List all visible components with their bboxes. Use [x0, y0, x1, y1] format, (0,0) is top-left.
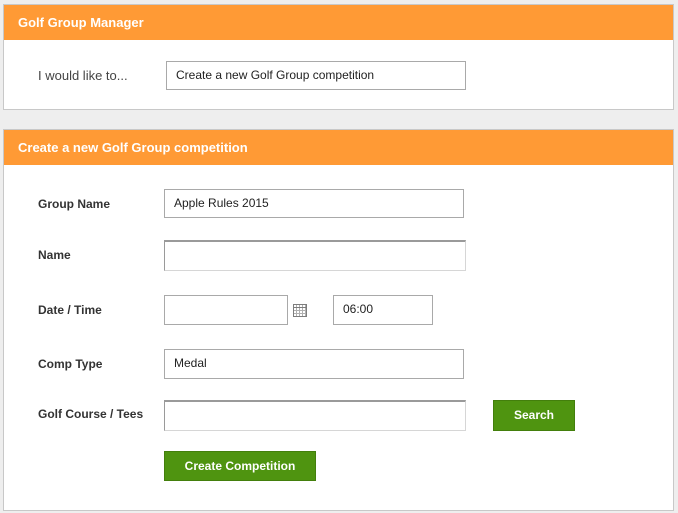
date-field[interactable] [164, 295, 288, 325]
calendar-icon[interactable] [293, 304, 307, 317]
golf-course-tees-field[interactable] [164, 400, 466, 431]
action-select[interactable]: Create a new Golf Group competition [166, 61, 466, 90]
group-name-label: Group Name [38, 197, 111, 211]
create-competition-button[interactable]: Create Competition [164, 451, 316, 481]
golf-course-tees-label: Golf Course / Tees [38, 407, 144, 421]
golf-group-manager-panel: Golf Group Manager I would like to... Cr… [3, 4, 674, 110]
search-button[interactable]: Search [493, 400, 575, 431]
comp-type-label: Comp Type [38, 357, 103, 371]
date-time-label: Date / Time [38, 303, 102, 317]
action-prompt-label: I would like to... [38, 68, 128, 83]
name-field[interactable] [164, 240, 466, 271]
comp-type-field[interactable]: Medal [164, 349, 464, 379]
create-competition-panel: Create a new Golf Group competition Grou… [3, 129, 674, 511]
form-title: Create a new Golf Group competition [4, 130, 673, 165]
name-label: Name [38, 248, 71, 262]
group-name-field[interactable]: Apple Rules 2015 [164, 189, 464, 218]
time-field[interactable]: 06:00 [333, 295, 433, 325]
panel-title: Golf Group Manager [4, 5, 673, 40]
